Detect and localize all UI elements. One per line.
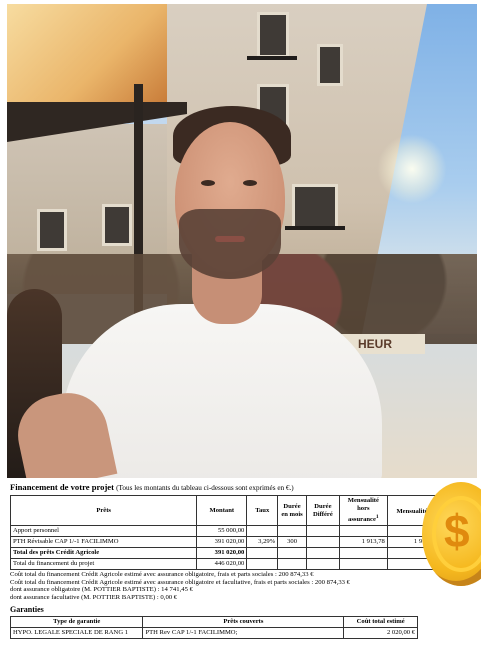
table-header-row: Type de garantie Prêts couverts Coût tot…: [9, 615, 418, 628]
selfie-photo: HEUR: [7, 4, 477, 478]
financing-document: Financement de votre projet (Tous les mo…: [9, 482, 472, 639]
cost-line: Coût total du financement Crédit Agricol…: [10, 578, 351, 586]
col-header-mensualite-hors: Mensualité hors assurance1: [338, 494, 388, 527]
table-header-row: Prêts Montant Taux Durée en mois Durée D…: [9, 494, 441, 527]
table-row: Total du financement du projet 446 020,0…: [9, 558, 441, 571]
sun-flare: [377, 134, 447, 204]
col-header-differe: Durée Différé: [305, 494, 340, 527]
financing-table: Prêts Montant Taux Durée en mois Durée D…: [9, 494, 441, 571]
table-row: HYPO. LEGALE SPECIALE DE RANG 1 PTH Rev …: [9, 626, 418, 639]
guarantees-title: Garanties: [10, 604, 44, 614]
guarantees-table: Type de garantie Prêts couverts Coût tot…: [9, 615, 418, 639]
col-header-prets: Prêts: [9, 494, 198, 527]
cost-line: dont assurance facultative (M. POTTIER B…: [10, 593, 178, 601]
left-eye: [201, 180, 215, 186]
table-row: Total des prêts Crédit Agricole 391 020,…: [9, 547, 441, 560]
right-eye: [243, 180, 257, 186]
dollar-sign-icon: $: [444, 505, 470, 557]
table-row: Apport personnel 55 000,00: [9, 525, 441, 538]
beard: [179, 209, 281, 279]
cost-summary: Coût total du financement Crédit Agricol…: [10, 571, 472, 601]
title-note: (Tous les montants du tableau ci-dessous…: [116, 484, 294, 492]
cost-line: dont assurance obligatoire (M. POTTIER B…: [10, 586, 193, 594]
col-header-montant: Montant: [196, 494, 248, 527]
awning: [7, 4, 167, 102]
col-header-taux: Taux: [246, 494, 279, 527]
doc-title: Financement de votre projet (Tous les mo…: [10, 482, 294, 492]
col-header-duree: Durée en mois: [277, 494, 307, 527]
table-row: PTH Révisable CAP 1/-1 FACILIMMO 391 020…: [9, 536, 441, 549]
cost-line: Coût total du financement Crédit Agricol…: [10, 571, 314, 579]
mouth: [215, 236, 245, 242]
